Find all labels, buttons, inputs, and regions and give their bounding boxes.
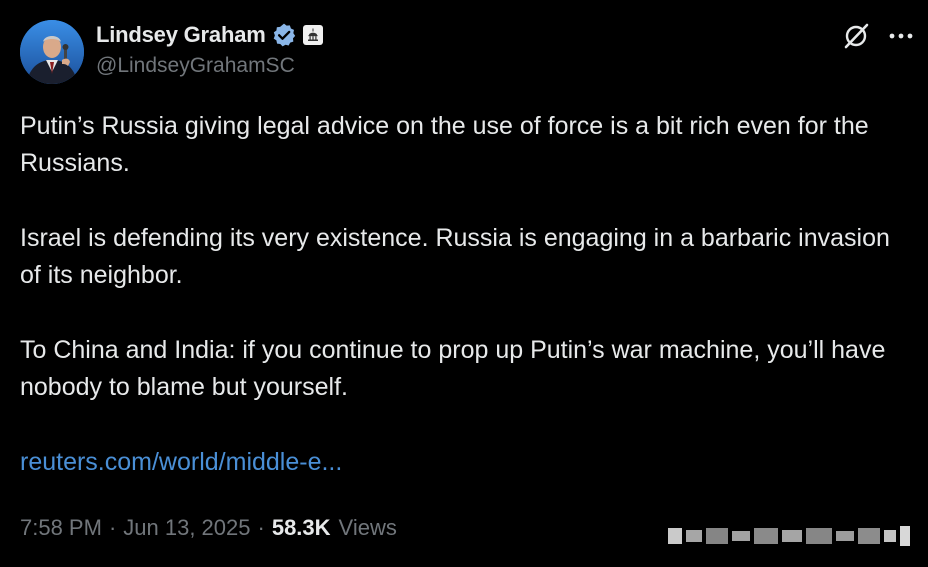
author-display-name[interactable]: Lindsey Graham — [96, 22, 266, 48]
grok-icon[interactable] — [842, 22, 870, 50]
tweet-meta: 7:58 PM · Jun 13, 2025 · 58.3K Views — [20, 515, 397, 541]
tweet-paragraph: Israel is defending its very existence. … — [20, 224, 890, 289]
more-options-icon[interactable] — [886, 22, 916, 50]
tweet-date[interactable]: Jun 13, 2025 — [123, 515, 250, 541]
tweet-paragraph: To China and India: if you continue to p… — [20, 336, 886, 401]
watermark-image — [668, 522, 913, 550]
meta-separator: · — [108, 515, 117, 540]
views-count[interactable]: 58.3K — [272, 515, 331, 541]
author-handle[interactable]: @LindseyGrahamSC — [96, 54, 295, 78]
government-building-icon[interactable] — [302, 25, 323, 45]
tweet-time[interactable]: 7:58 PM — [20, 515, 102, 541]
article-link[interactable]: reuters.com/world/middle-e... — [20, 444, 915, 481]
author-name-row: Lindsey Graham — [96, 20, 323, 50]
tweet-body: Putin’s Russia giving legal advice on th… — [20, 108, 915, 481]
meta-separator: · — [257, 515, 265, 540]
views-label: Views — [338, 515, 397, 540]
verified-badge-icon[interactable] — [271, 22, 297, 48]
avatar[interactable] — [20, 20, 84, 84]
tweet-card: Lindsey Graham @LindseyGrahamSC Putin’s … — [0, 0, 928, 567]
tweet-paragraph: Putin’s Russia giving legal advice on th… — [20, 112, 869, 177]
